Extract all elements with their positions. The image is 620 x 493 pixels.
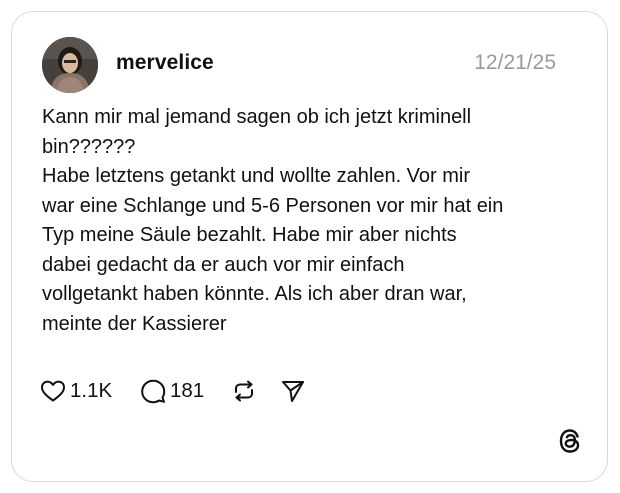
comment-button[interactable]: 181: [140, 376, 204, 406]
share-button[interactable]: [280, 376, 306, 406]
send-icon: [280, 378, 306, 404]
post-text-line: Typ meine Säule bezahlt. Habe mir aber n…: [42, 224, 457, 246]
comment-count: 181: [170, 379, 205, 402]
repost-button[interactable]: [230, 376, 258, 406]
like-count: 1.1K: [70, 379, 113, 402]
like-button[interactable]: 1.1K: [40, 376, 112, 406]
post-text-line: dabei gedacht da er auch vor mir einfach: [42, 253, 405, 276]
post-text-line: vollgetankt haben könnte. Als ich aber d…: [42, 283, 467, 305]
speech-bubble-icon: [140, 378, 166, 404]
post-timestamp: 12/21/25: [474, 51, 556, 74]
repost-icon: [230, 378, 258, 404]
post-text-line: war eine Schlange und 5-6 Personen vor m…: [42, 194, 504, 217]
post-text-line: meinte der Kassierer: [42, 312, 227, 335]
threads-logo-icon: [557, 427, 583, 455]
post-text-line: Habe letztens getankt und wollte zahlen.…: [42, 165, 471, 187]
post-text-line: bin??????: [42, 135, 136, 158]
avatar[interactable]: [42, 37, 98, 93]
post-text-line: Kann mir mal jemand sagen ob ich jetzt k…: [42, 106, 472, 128]
post-text: Kann mir mal jemand sagen ob ich jetzt k…: [42, 103, 572, 339]
username[interactable]: mervelice: [116, 51, 214, 75]
heart-icon: [40, 379, 66, 403]
